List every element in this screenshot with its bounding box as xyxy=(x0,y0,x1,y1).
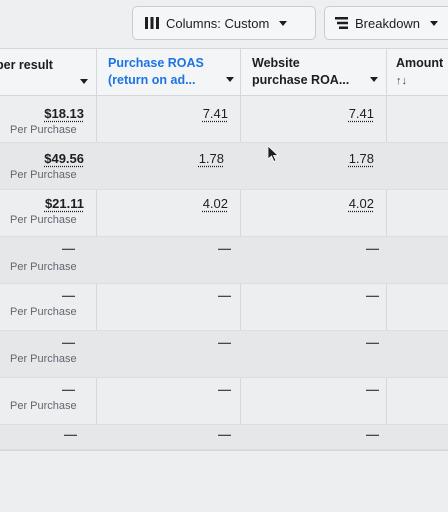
website-roas-value[interactable]: 7.41 xyxy=(349,106,374,121)
columns-button[interactable]: Columns: Custom xyxy=(132,6,316,40)
header-amount-label: Amount xyxy=(396,56,444,70)
cost-per-result-value[interactable]: $49.56 xyxy=(44,151,84,166)
header-website-roas-line2: purchase ROA... xyxy=(252,73,350,87)
caret-down-icon[interactable] xyxy=(226,69,234,87)
caret-down-icon xyxy=(279,20,288,26)
cost-per-result-label: Per Purchase xyxy=(10,169,77,181)
breakdown-label: Breakdown xyxy=(355,15,421,31)
purchase-roas-value[interactable]: 1.78 xyxy=(199,151,224,166)
breakdown-icon xyxy=(335,17,348,29)
cost-per-result-value: — xyxy=(62,288,75,303)
cost-per-result-label: Per Purchase xyxy=(10,261,77,273)
cost-per-result-label: Per Purchase xyxy=(10,353,77,365)
website-roas-value[interactable]: 4.02 xyxy=(349,196,374,211)
cost-per-result-label: Per Purchase xyxy=(10,124,77,136)
purchase-roas-value[interactable]: 4.02 xyxy=(203,196,228,211)
website-roas-value: — xyxy=(366,241,379,256)
cost-per-result-value: — xyxy=(62,335,75,350)
cost-per-result-value[interactable]: $18.13 xyxy=(44,106,84,121)
caret-down-icon[interactable] xyxy=(370,69,378,87)
header-purchase-roas-line2: (return on ad... xyxy=(108,73,196,87)
header-website-roas-line1: Website xyxy=(252,56,300,70)
table-row[interactable]: $21.11 Per Purchase 4.02 4.02 xyxy=(0,190,448,237)
cost-per-result-label: Per Purchase xyxy=(10,306,77,318)
header-purchase-roas[interactable]: Purchase ROAS (return on ad... xyxy=(108,55,204,89)
mouse-cursor-icon xyxy=(267,145,280,167)
table-footer xyxy=(0,450,448,512)
sort-icon[interactable]: ↑↓ xyxy=(396,75,407,87)
data-table: per result Purchase ROAS (return on ad..… xyxy=(0,48,448,512)
purchase-roas-value: — xyxy=(218,427,231,442)
table-row[interactable]: — — — xyxy=(0,425,448,450)
caret-down-icon[interactable] xyxy=(80,71,88,89)
cost-per-result-value: — xyxy=(64,427,77,442)
table-row[interactable]: $18.13 Per Purchase 7.41 7.41 xyxy=(0,96,448,143)
table-row[interactable]: — Per Purchase — — xyxy=(0,284,448,331)
header-cost-per-result[interactable]: per result xyxy=(0,57,53,74)
columns-label: Columns: Custom xyxy=(166,15,270,31)
website-roas-value: — xyxy=(366,288,379,303)
website-roas-value: — xyxy=(366,382,379,397)
website-roas-value: — xyxy=(366,427,379,442)
purchase-roas-value: — xyxy=(218,241,231,256)
table-row[interactable]: — Per Purchase — — xyxy=(0,331,448,378)
website-roas-value[interactable]: 1.78 xyxy=(349,151,374,166)
purchase-roas-value: — xyxy=(218,382,231,397)
purchase-roas-value[interactable]: 7.41 xyxy=(203,106,228,121)
columns-icon xyxy=(145,17,159,29)
caret-down-icon xyxy=(430,20,439,26)
cost-per-result-value: — xyxy=(62,241,75,256)
header-amount[interactable]: Amount ↑↓ xyxy=(396,55,443,90)
purchase-roas-value: — xyxy=(218,335,231,350)
cost-per-result-value: — xyxy=(62,382,75,397)
cost-per-result-label: Per Purchase xyxy=(10,214,77,226)
table-row[interactable]: $49.56 Per Purchase 1.78 1.78 xyxy=(0,143,448,190)
cost-per-result-value[interactable]: $21.11 xyxy=(45,196,84,211)
table-row[interactable]: — Per Purchase — — xyxy=(0,378,448,425)
header-purchase-roas-line1: Purchase ROAS xyxy=(108,56,204,70)
table-row[interactable]: — Per Purchase — — xyxy=(0,237,448,284)
purchase-roas-value: — xyxy=(218,288,231,303)
cost-per-result-label: Per Purchase xyxy=(10,400,77,412)
header-website-roas[interactable]: Website purchase ROA... xyxy=(252,55,349,89)
toolbar: Columns: Custom Breakdown xyxy=(0,0,448,48)
website-roas-value: — xyxy=(366,335,379,350)
table-header: per result Purchase ROAS (return on ad..… xyxy=(0,48,448,96)
breakdown-button[interactable]: Breakdown xyxy=(324,6,448,40)
